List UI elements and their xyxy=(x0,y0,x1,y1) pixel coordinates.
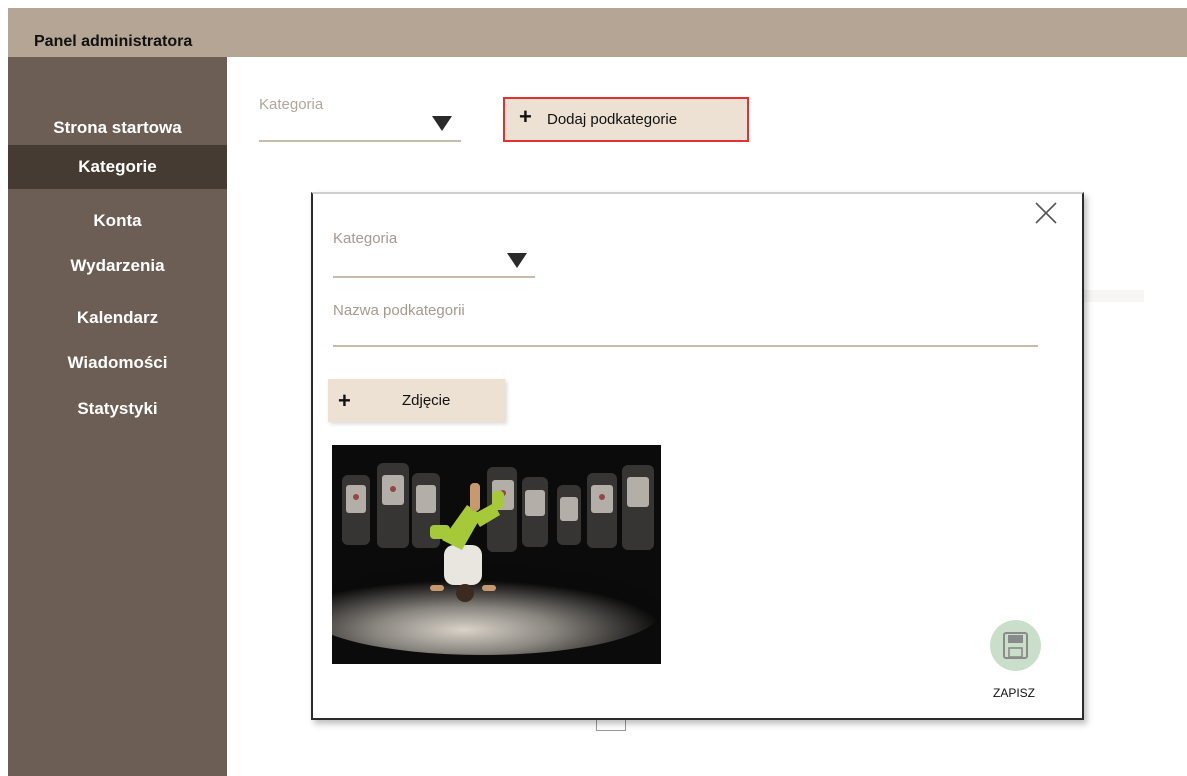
add-photo-label: Zdjęcie xyxy=(402,392,451,409)
dialog-category-label: Kategoria xyxy=(333,230,398,247)
background-placeholder xyxy=(1084,290,1144,302)
category-select-underline[interactable] xyxy=(259,140,461,142)
add-subcategory-label: Dodaj podkategorie xyxy=(547,111,678,128)
sidebar-item-kalendarz[interactable]: Kalendarz xyxy=(8,308,227,328)
close-icon[interactable] xyxy=(1033,200,1059,226)
sidebar-item-wiadomosci[interactable]: Wiadomości xyxy=(8,353,227,373)
background-placeholder xyxy=(596,720,626,731)
subcategory-name-input[interactable] xyxy=(333,345,1038,347)
uploaded-photo xyxy=(332,445,661,664)
add-subcategory-button[interactable]: + Dodaj podkategorie xyxy=(503,97,749,142)
sidebar-item-konta[interactable]: Konta xyxy=(8,211,227,231)
add-photo-button[interactable]: + Zdjęcie xyxy=(328,379,505,422)
sidebar-item-strona-startowa[interactable]: Strona startowa xyxy=(8,118,227,138)
floppy-disk-icon xyxy=(1003,632,1028,659)
sidebar-item-kategorie[interactable]: Kategorie xyxy=(8,145,227,189)
app-title: Panel administratora xyxy=(34,33,193,50)
dialog-category-select-underline[interactable] xyxy=(333,276,535,278)
save-label: ZAPISZ xyxy=(993,686,1036,700)
category-select-label: Kategoria xyxy=(259,96,324,113)
subcategory-name-label: Nazwa podkategorii xyxy=(333,302,465,319)
sidebar-item-wydarzenia[interactable]: Wydarzenia xyxy=(8,256,227,276)
plus-icon: + xyxy=(338,388,351,413)
sidebar-item-statystyki[interactable]: Statystyki xyxy=(8,399,227,419)
plus-icon: + xyxy=(519,104,532,129)
dialog-dropdown-arrow-icon[interactable] xyxy=(507,253,527,268)
dropdown-arrow-icon[interactable] xyxy=(432,116,452,131)
top-bar: Panel administratora xyxy=(8,8,1187,57)
sidebar: Strona startowa Kategorie Konta Wydarzen… xyxy=(8,57,227,776)
save-button[interactable] xyxy=(990,620,1041,671)
